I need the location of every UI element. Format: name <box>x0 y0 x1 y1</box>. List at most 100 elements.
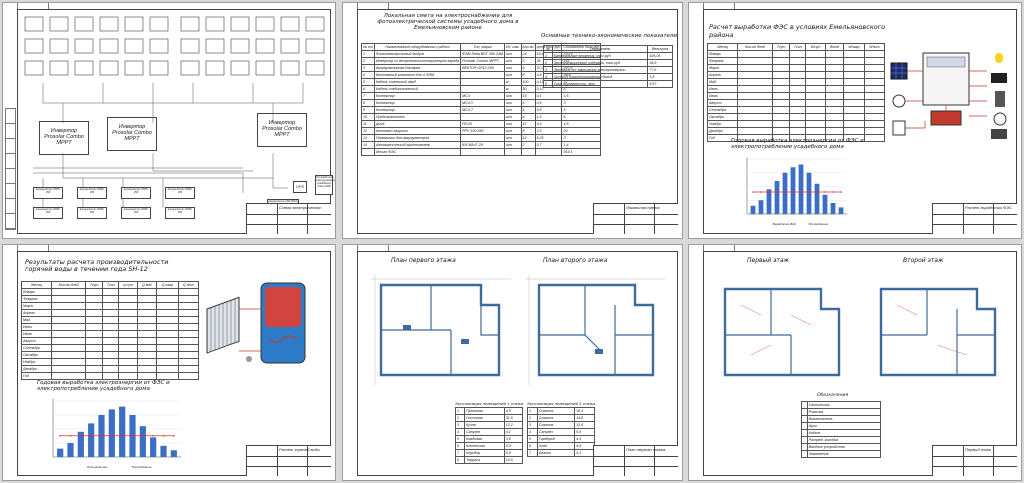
pv-module[interactable] <box>24 60 44 76</box>
month-cell: Июль <box>20 330 53 338</box>
table-row: 7 Балкон 5,1 <box>527 449 595 457</box>
pv-module[interactable] <box>230 60 250 76</box>
table-cell <box>177 302 200 310</box>
drawing-sheet-4[interactable]: Результаты расчета производительности го… <box>2 244 336 481</box>
battery-cell[interactable]: Аккумулятор OPZS-250 <box>33 207 63 219</box>
pv-module[interactable] <box>180 60 200 76</box>
battery-cell[interactable]: Аккумулятор OPZS-250 <box>77 207 107 219</box>
pv-module[interactable] <box>280 16 300 32</box>
table-cell <box>805 78 826 86</box>
pv-module[interactable] <box>255 60 275 76</box>
table-cell <box>842 127 865 135</box>
table-row: Март <box>706 64 886 72</box>
pv-module[interactable] <box>205 16 225 32</box>
pv-module[interactable] <box>99 60 119 76</box>
table-row: Август <box>20 337 200 345</box>
table-cell: 8 <box>520 64 536 72</box>
pv-module[interactable] <box>49 60 69 76</box>
load-box[interactable]: Потребители электроэнергии усадебного до… <box>315 175 335 195</box>
chart-bar <box>88 423 95 457</box>
table-header: Показатель <box>551 45 649 53</box>
pv-module[interactable] <box>305 38 325 54</box>
pv-module[interactable] <box>230 38 250 54</box>
pv-module[interactable] <box>24 38 44 54</box>
table-cell <box>51 337 87 345</box>
table-cell: Предохранитель <box>373 113 462 121</box>
pv-module[interactable] <box>230 16 250 32</box>
table-cell: 20 <box>561 127 602 135</box>
battery-cell[interactable]: Аккумулятор OPZS-250 <box>165 187 195 199</box>
table-cell <box>85 358 104 366</box>
table-row: 9 Коннектор MC4-T шт 6 0,5 3 <box>361 106 602 114</box>
table-cell <box>789 50 807 58</box>
pv-module[interactable] <box>180 16 200 32</box>
table-cell <box>85 365 104 373</box>
battery-cell[interactable]: Аккумулятор OPZS-250 <box>33 187 63 199</box>
table-row: Июль <box>20 330 200 338</box>
ups-box[interactable]: UPS <box>293 181 307 193</box>
drawing-sheet-1[interactable]: Инвертор Prosolar Combo MPPT Инвертор Pr… <box>2 2 336 239</box>
battery-cell[interactable]: Аккумулятор OPZS-250 <box>77 187 107 199</box>
table-cell: 12 <box>361 127 375 135</box>
pv-module[interactable] <box>99 38 119 54</box>
table-cell <box>156 337 179 345</box>
month-cell: Октябрь <box>20 351 53 359</box>
pv-module[interactable] <box>255 38 275 54</box>
drawing-sheet-3[interactable]: Расчет выработки ФЭС в условиях Емельяно… <box>688 2 1022 239</box>
table-cell: Эксплуатационные издержки, тыс.руб <box>551 59 649 67</box>
table-cell: Кабель солнечный 4мм² <box>373 78 462 86</box>
table-cell <box>534 148 563 156</box>
chart-bar <box>160 445 167 457</box>
pv-module[interactable] <box>280 38 300 54</box>
pv-module[interactable] <box>205 38 225 54</box>
pv-module[interactable] <box>74 60 94 76</box>
inverter-1[interactable]: Инвертор Prosolar Combo MPPT <box>39 121 89 155</box>
table-cell <box>118 351 138 359</box>
pv-module[interactable] <box>124 60 144 76</box>
table-cell <box>156 288 179 296</box>
table-row: Май <box>706 78 886 86</box>
battery-cell[interactable]: Аккумулятор OPZS-250 <box>121 187 151 199</box>
battery-cell[interactable]: Аккумулятор OPZS-250 <box>165 207 195 219</box>
table-cell <box>863 50 886 58</box>
drawing-sheet-2[interactable]: Локальная смета на электроснабжение для … <box>342 2 683 239</box>
title-block-label: Схема электрическая <box>279 205 321 210</box>
table-row: 6 Холл 9,5 <box>527 442 595 450</box>
table-row: Май <box>20 316 200 324</box>
pv-module[interactable] <box>205 60 225 76</box>
pv-module[interactable] <box>49 38 69 54</box>
pv-module[interactable] <box>280 60 300 76</box>
pv-module[interactable] <box>124 16 144 32</box>
table-cell <box>156 316 179 324</box>
pv-module[interactable] <box>149 60 169 76</box>
pv-module[interactable] <box>305 60 325 76</box>
month-cell: Ноябрь <box>706 120 739 128</box>
line-marker <box>776 191 778 193</box>
inverter-3[interactable]: Инвертор Prosolar Combo MPPT <box>257 113 307 147</box>
pv-module[interactable] <box>74 16 94 32</box>
table-cell <box>102 295 120 303</box>
drawing-sheet-5[interactable]: План первого этажа План второго этажа Эк… <box>342 244 683 481</box>
pv-module[interactable] <box>255 16 275 32</box>
pv-module[interactable] <box>124 38 144 54</box>
table-cell: PPV-100-550 <box>460 127 506 135</box>
table-cell <box>737 106 773 114</box>
drawing-sheet-6[interactable]: Первый этаж Второй этаж Обозначения Свет… <box>688 244 1022 481</box>
table-row: 5 Срок окупаемости, лет 5,67 <box>543 80 673 88</box>
table-cell: 5 <box>361 78 375 86</box>
table-cell <box>863 85 886 93</box>
pv-module[interactable] <box>24 16 44 32</box>
pv-module[interactable] <box>305 16 325 32</box>
pv-module[interactable] <box>149 38 169 54</box>
pv-module[interactable] <box>99 16 119 32</box>
pv-module[interactable] <box>74 38 94 54</box>
pv-module[interactable] <box>49 16 69 32</box>
table-cell: 2 <box>361 57 375 65</box>
table-cell: шт <box>504 134 522 142</box>
battery-cell[interactable]: Аккумулятор OPZS-250 <box>121 207 151 219</box>
inverter-2[interactable]: Инвертор Prosolar Combo MPPT <box>107 117 157 151</box>
pv-module[interactable] <box>149 16 169 32</box>
table-cell: 5 <box>527 435 538 443</box>
pv-module[interactable] <box>180 38 200 54</box>
table-cell <box>136 330 158 338</box>
